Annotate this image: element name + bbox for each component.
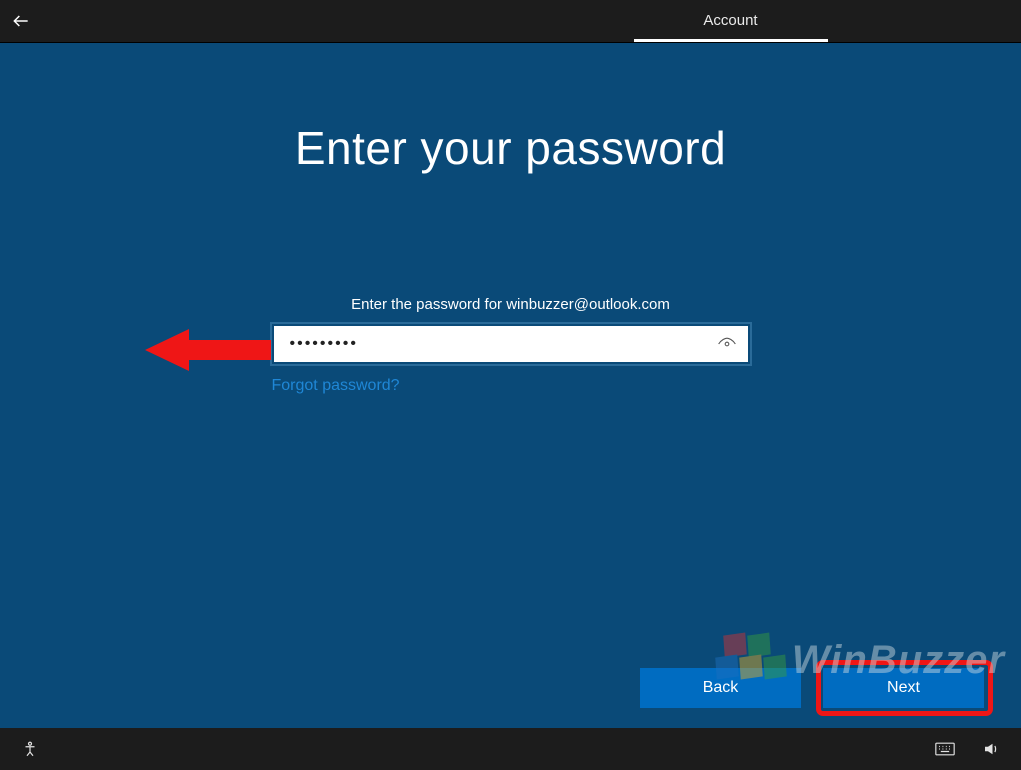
instruction-text: Enter the password for winbuzzer@outlook… xyxy=(0,296,1021,313)
button-row: Back Next xyxy=(640,668,984,708)
tab-account[interactable]: Account xyxy=(634,12,828,42)
next-button[interactable]: Next xyxy=(823,668,984,708)
tab-strip: Account xyxy=(634,0,828,42)
forgot-link-wrap: Forgot password? xyxy=(272,377,750,395)
back-icon[interactable] xyxy=(0,0,42,42)
back-button[interactable]: Back xyxy=(640,668,801,708)
forgot-password-link[interactable]: Forgot password? xyxy=(272,377,400,394)
keyboard-icon[interactable] xyxy=(935,739,955,759)
password-field-wrap xyxy=(272,324,750,364)
reveal-password-icon[interactable] xyxy=(716,333,738,355)
main-panel: Enter your password Enter the password f… xyxy=(0,42,1021,728)
page-title: Enter your password xyxy=(0,121,1021,175)
taskbar xyxy=(0,728,1021,770)
accessibility-icon[interactable] xyxy=(20,739,40,759)
annotation-arrow-icon xyxy=(145,325,271,375)
header-bar: Account xyxy=(0,0,1021,42)
volume-icon[interactable] xyxy=(981,739,1001,759)
password-input[interactable] xyxy=(272,324,750,364)
